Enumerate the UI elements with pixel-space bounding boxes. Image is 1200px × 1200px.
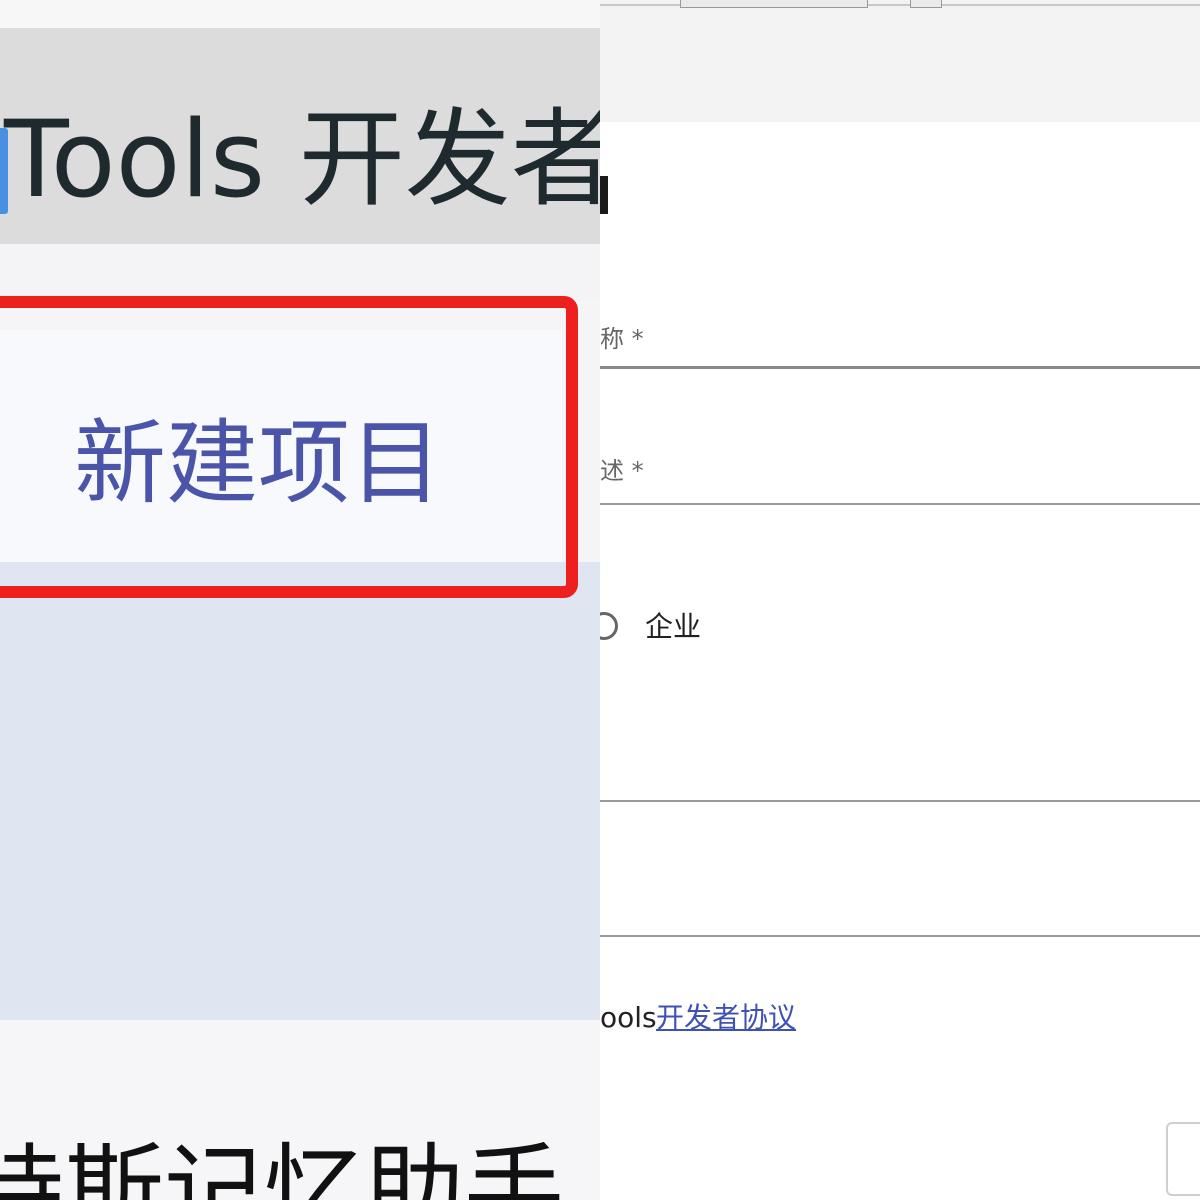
selected-project-area	[0, 562, 600, 1020]
project-description-input[interactable]	[600, 503, 1200, 505]
new-project-label: 新建项目	[74, 410, 443, 517]
search-box-edge[interactable]	[680, 0, 868, 8]
top-strip	[0, 0, 600, 28]
app-header: Tools 开发者	[0, 28, 600, 244]
header-gap	[0, 244, 600, 300]
app-title: Tools 开发者	[4, 98, 600, 221]
enterprise-radio[interactable]	[600, 612, 618, 640]
toolbar-button-edge[interactable]	[910, 0, 942, 8]
zoomed-sidebar-panel: Tools 开发者 新建项目 诗斯记忆助手	[0, 0, 600, 1200]
project-name: 诗斯记忆助手	[0, 1133, 564, 1200]
dialog-action-button[interactable]	[1166, 1122, 1200, 1196]
form-top-bar	[600, 0, 1200, 122]
project-description-label: 述 *	[600, 457, 644, 485]
project-name-label: 称 *	[600, 325, 644, 353]
zoomed-form-panel: 称 * 述 * 企业 ools 开发者协议	[600, 0, 1200, 1200]
project-name-input[interactable]	[600, 366, 1200, 369]
enterprise-radio-label: 企业	[645, 610, 702, 643]
project-list-item[interactable]: 诗斯记忆助手	[0, 1020, 600, 1200]
form-field-input[interactable]	[600, 800, 1200, 802]
form-field-input-2[interactable]	[600, 935, 1200, 937]
new-project-button[interactable]: 新建项目	[0, 330, 562, 562]
dialog-title-fragment	[600, 176, 608, 214]
agreement-text: ools	[600, 1001, 657, 1034]
developer-agreement-link[interactable]: 开发者协议	[656, 1000, 796, 1036]
